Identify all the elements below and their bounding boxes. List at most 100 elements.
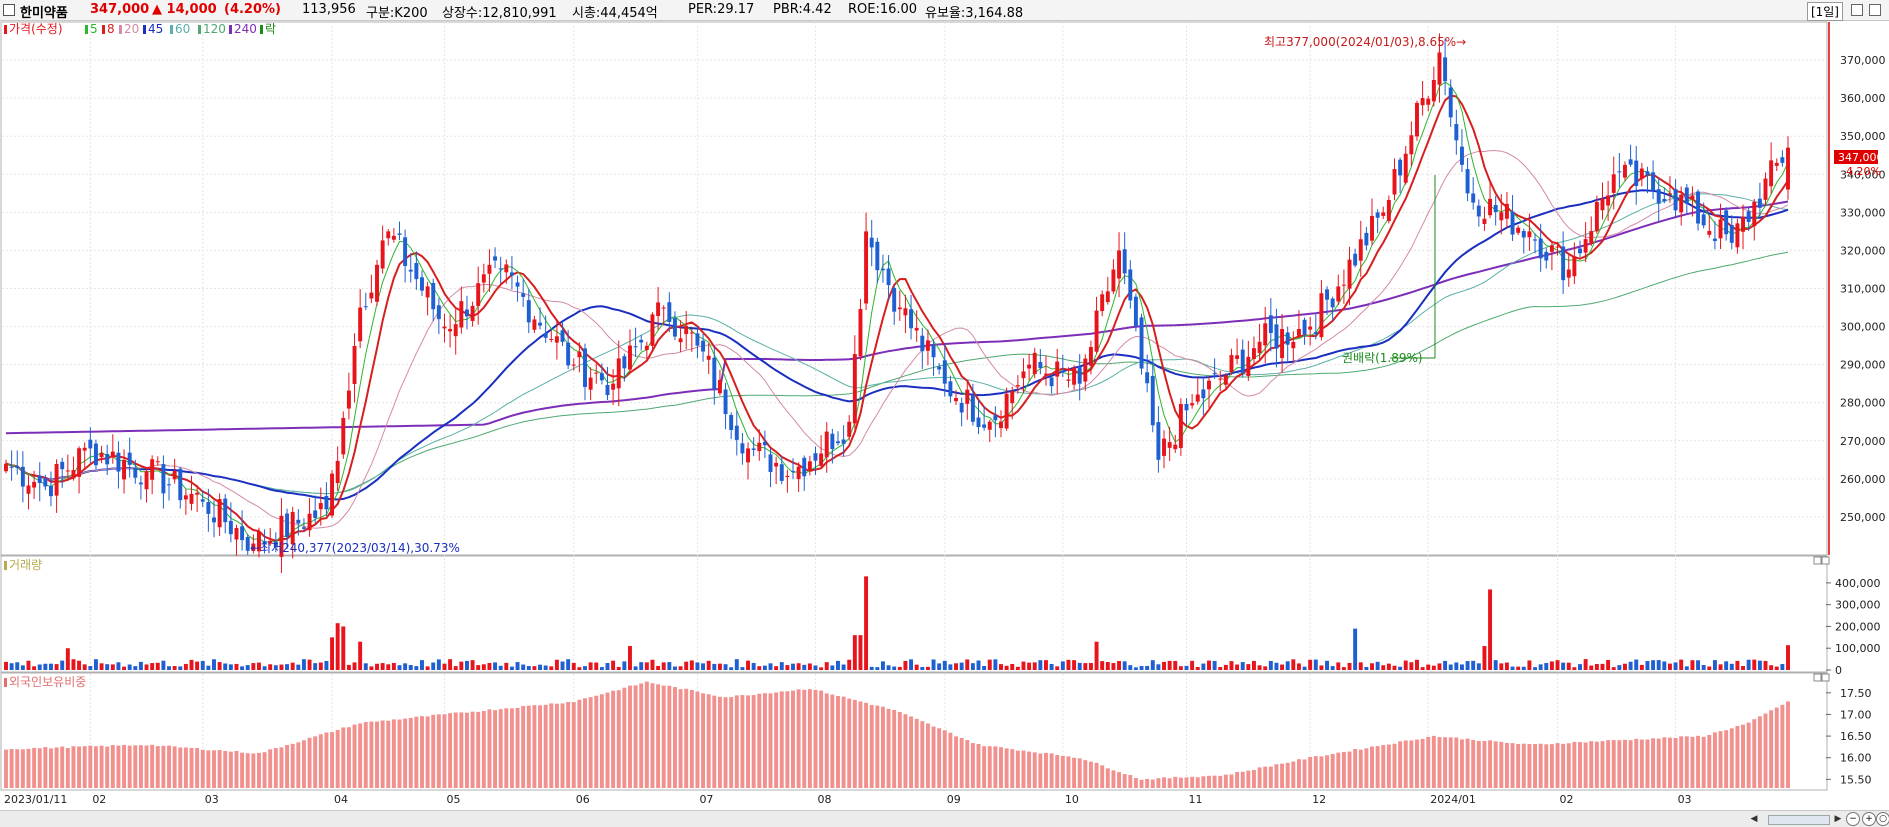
volume-bar xyxy=(1639,664,1644,670)
foreign-ownership-bar xyxy=(1060,756,1065,788)
candle-body xyxy=(1741,216,1745,232)
volume-bar xyxy=(768,663,773,670)
candle-body xyxy=(1105,291,1110,303)
volume-bar xyxy=(1004,665,1009,670)
foreign-ownership-bar xyxy=(1308,756,1313,788)
foreign-ownership-bar xyxy=(26,748,31,788)
date-tick-label: 04 xyxy=(334,793,348,806)
candle-body xyxy=(897,307,902,310)
candle-body xyxy=(1032,352,1037,375)
volume-bar xyxy=(583,666,587,670)
foreign-ownership-bar xyxy=(77,746,82,788)
foreign-ownership-bar xyxy=(768,693,773,788)
zoom-in-icon[interactable]: + xyxy=(1862,812,1876,826)
volume-bar xyxy=(841,664,846,670)
candle-body xyxy=(1291,341,1296,349)
volume-bar xyxy=(650,659,655,670)
candle-body xyxy=(1606,195,1611,206)
volume-bar xyxy=(746,660,750,670)
foreign-ownership-bar xyxy=(32,747,37,788)
candle-body xyxy=(498,268,503,270)
volume-bar xyxy=(1583,659,1588,670)
candle-body xyxy=(1088,347,1093,366)
candle-body xyxy=(1645,171,1650,176)
horizontal-scrollbar[interactable]: ◀ ▶ − + ○ xyxy=(0,810,1889,827)
candle-body xyxy=(1139,317,1144,369)
legend-ma45: 45 xyxy=(148,22,163,36)
foreign-ownership-bar xyxy=(93,746,98,788)
candle-body xyxy=(234,528,239,540)
foreign-ownership-bar xyxy=(99,745,104,788)
foreign-ownership-bar xyxy=(1606,740,1611,788)
foreign-ownership-bar xyxy=(43,747,48,788)
volume-bar xyxy=(54,664,59,670)
foreign-panel-max-icon[interactable] xyxy=(1813,673,1822,682)
volume-bar xyxy=(717,663,722,670)
candle-body xyxy=(1707,230,1712,235)
foreign-ownership-bar xyxy=(1476,740,1481,788)
foreign-ownership-bar xyxy=(245,753,250,788)
foreign-ownership-bar xyxy=(1246,770,1251,788)
candle-body xyxy=(1538,238,1543,259)
volume-bar xyxy=(99,663,104,670)
candle-body xyxy=(566,342,571,366)
foreign-ownership-bar xyxy=(1493,741,1498,788)
volume-bar xyxy=(1015,666,1020,670)
scroll-right-icon[interactable]: ▶ xyxy=(1832,813,1844,825)
candle-body xyxy=(1268,315,1273,333)
foreign-ownership-bar xyxy=(1628,740,1633,788)
foreign-ownership-bar xyxy=(1167,778,1172,788)
candle-body xyxy=(453,324,458,337)
foreign-ownership-bar xyxy=(791,690,795,788)
foreign-ownership-bar xyxy=(1712,732,1717,788)
candle-body xyxy=(133,467,138,478)
scroll-thumb[interactable] xyxy=(1768,815,1830,825)
volume-bar xyxy=(779,662,784,670)
volume-bar xyxy=(487,662,492,670)
foreign-ownership-bar xyxy=(1195,777,1200,788)
foreign-panel-close-icon[interactable] xyxy=(1821,673,1830,682)
volume-bar xyxy=(442,663,447,670)
stock-chart[interactable]: 250,000 260,000 270,000 280,000 290,000 300,0… xyxy=(0,0,1889,826)
volume-panel-max-icon[interactable] xyxy=(1813,556,1822,565)
foreign-ownership-bar xyxy=(1544,744,1549,788)
candle-body xyxy=(841,439,846,444)
foreign-tick-label: 16.00 xyxy=(1840,752,1872,765)
volume-bar xyxy=(1218,667,1223,670)
legend-ma5: 5 xyxy=(90,22,98,36)
volume-bar xyxy=(1769,665,1774,670)
foreign-ownership-bar xyxy=(965,740,970,788)
volume-bar xyxy=(127,664,132,670)
foreign-ownership-bar xyxy=(1313,756,1318,788)
foreign-ownership-bar xyxy=(622,687,627,788)
volume-panel-close-icon[interactable] xyxy=(1821,556,1830,565)
volume-bar xyxy=(976,660,981,670)
scroll-left-icon[interactable]: ◀ xyxy=(1748,813,1760,825)
volume-panel-frame xyxy=(0,555,1828,673)
volume-bar xyxy=(386,664,391,670)
volume-bar xyxy=(1178,666,1183,670)
foreign-ownership-bar xyxy=(509,708,514,788)
volume-bar xyxy=(436,659,441,670)
foreign-ownership-bar xyxy=(1330,753,1335,788)
candle-body xyxy=(1701,214,1706,226)
volume-bar xyxy=(993,659,998,670)
price-tick-label: 330,000 xyxy=(1840,206,1886,219)
volume-bar xyxy=(802,664,807,670)
volume-bar xyxy=(1566,662,1571,670)
foreign-ownership-bar xyxy=(1415,739,1419,788)
volume-bar xyxy=(369,666,374,670)
candle-body xyxy=(1044,373,1048,375)
candle-body xyxy=(49,485,53,497)
zoom-out-icon[interactable]: − xyxy=(1846,812,1860,826)
zoom-reset-icon[interactable]: ○ xyxy=(1876,812,1889,826)
candle-body xyxy=(864,231,869,304)
foreign-ownership-bar xyxy=(504,708,509,788)
volume-bar xyxy=(903,660,908,670)
foreign-ownership-bar xyxy=(228,751,233,788)
volume-bar xyxy=(403,663,408,670)
legend-ma20: 20 xyxy=(124,22,139,36)
volume-bar xyxy=(290,662,295,670)
candle-body xyxy=(1100,294,1105,312)
foreign-ownership-bar xyxy=(375,721,379,788)
